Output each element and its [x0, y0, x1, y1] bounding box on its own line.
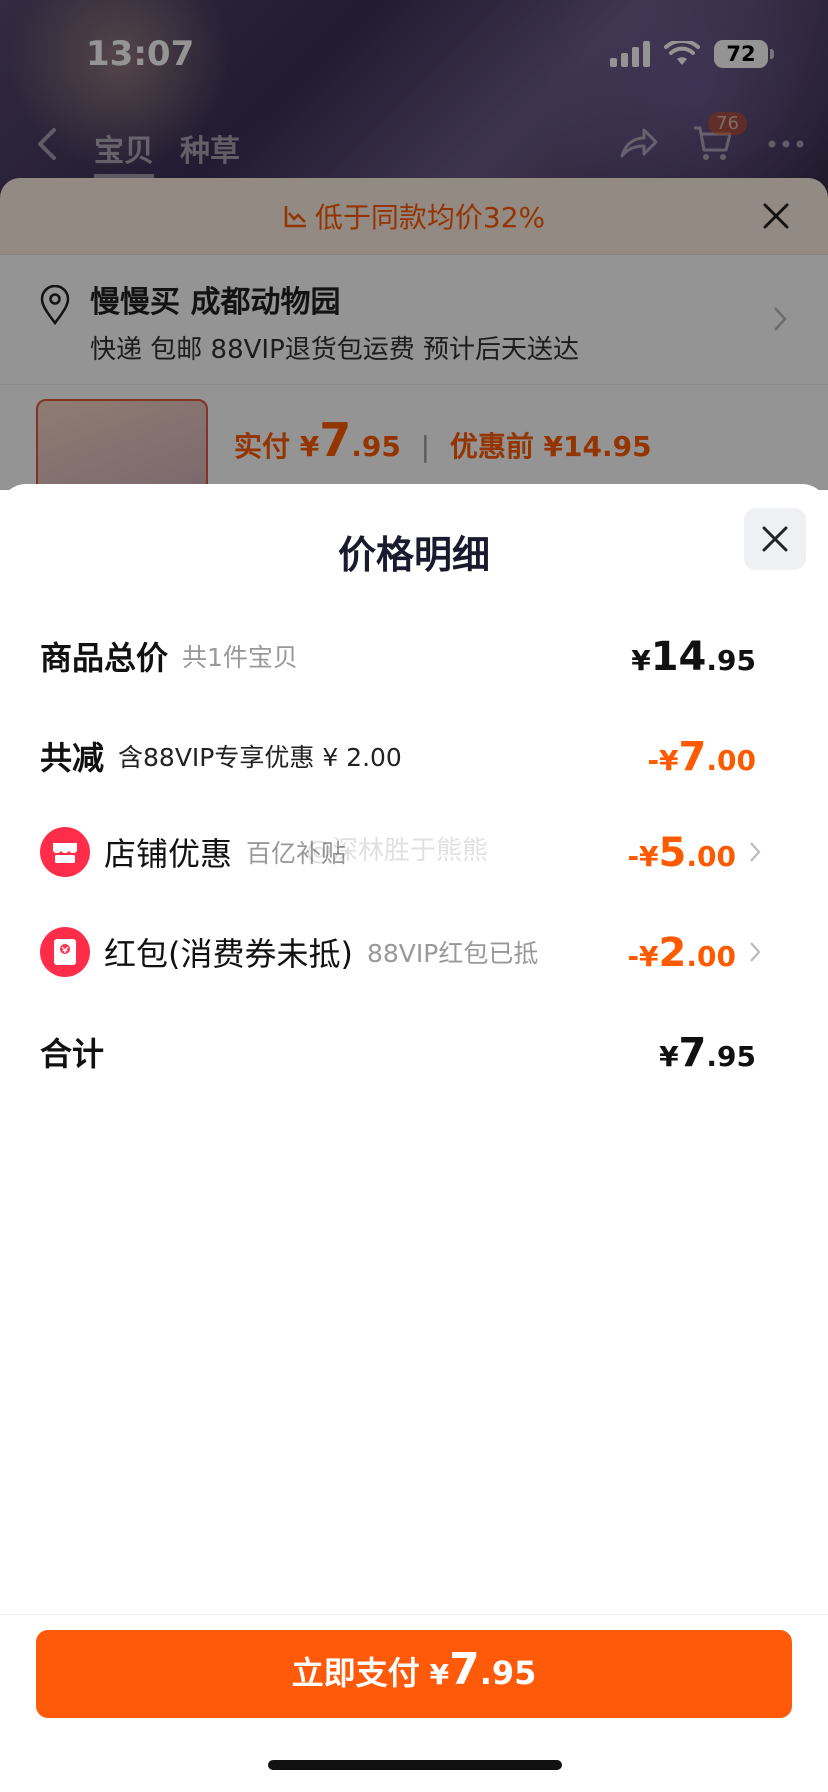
row-label: 红包(消费券未抵) — [104, 935, 353, 973]
row-value: ¥7.95 — [659, 1030, 756, 1076]
row-goods-total: 商品总价 共1件宝贝 ¥14.95 — [40, 626, 756, 686]
row-label: 商品总价 — [40, 639, 169, 677]
row-total-discount: 共减 含88VIP专享优惠 ¥ 2.00 -¥7.00 — [40, 726, 756, 786]
row-value: -¥7.00 — [647, 734, 756, 780]
price-detail-sheet: 价格明细 商品总价 共1件宝贝 ¥14.95 共减 含88VIP专享优惠 ¥ 2… — [0, 484, 828, 1792]
pay-currency: ¥ — [429, 1658, 450, 1691]
row-value: -¥5.00 — [627, 830, 736, 876]
chevron-right-icon — [750, 842, 761, 862]
row-value: ¥14.95 — [631, 634, 756, 680]
home-indicator — [268, 1760, 562, 1770]
row-value: -¥2.00 — [627, 930, 736, 976]
red-packet-icon — [40, 927, 90, 977]
pay-button-label: 立即支付 — [291, 1654, 420, 1692]
row-grand-total: 合计 ¥7.95 — [40, 1022, 756, 1082]
row-label: 共减 — [40, 739, 105, 777]
pay-decimal: .95 — [479, 1654, 537, 1692]
row-label: 合计 — [40, 1035, 105, 1073]
chevron-right-icon — [750, 942, 761, 962]
sheet-close-button[interactable] — [744, 508, 806, 570]
row-red-packet[interactable]: 红包(消费券未抵) 88VIP红包已抵 -¥2.00 — [40, 922, 761, 982]
pay-integer: 7 — [449, 1644, 480, 1695]
row-sub: 88VIP红包已抵 — [366, 939, 539, 968]
pay-now-button[interactable]: 立即支付 ¥7.95 — [36, 1630, 792, 1718]
sheet-title: 价格明细 — [337, 533, 490, 577]
store-icon — [40, 827, 90, 877]
row-sub: 共1件宝贝 — [182, 643, 298, 672]
row-sub: 含88VIP专享优惠 ¥ 2.00 — [118, 743, 402, 772]
row-label: 店铺优惠 — [104, 835, 233, 873]
modal-scrim[interactable] — [0, 0, 828, 490]
footer-divider — [0, 1614, 828, 1615]
close-icon — [762, 526, 788, 552]
watermark: @深林胜于熊熊 — [306, 836, 489, 866]
